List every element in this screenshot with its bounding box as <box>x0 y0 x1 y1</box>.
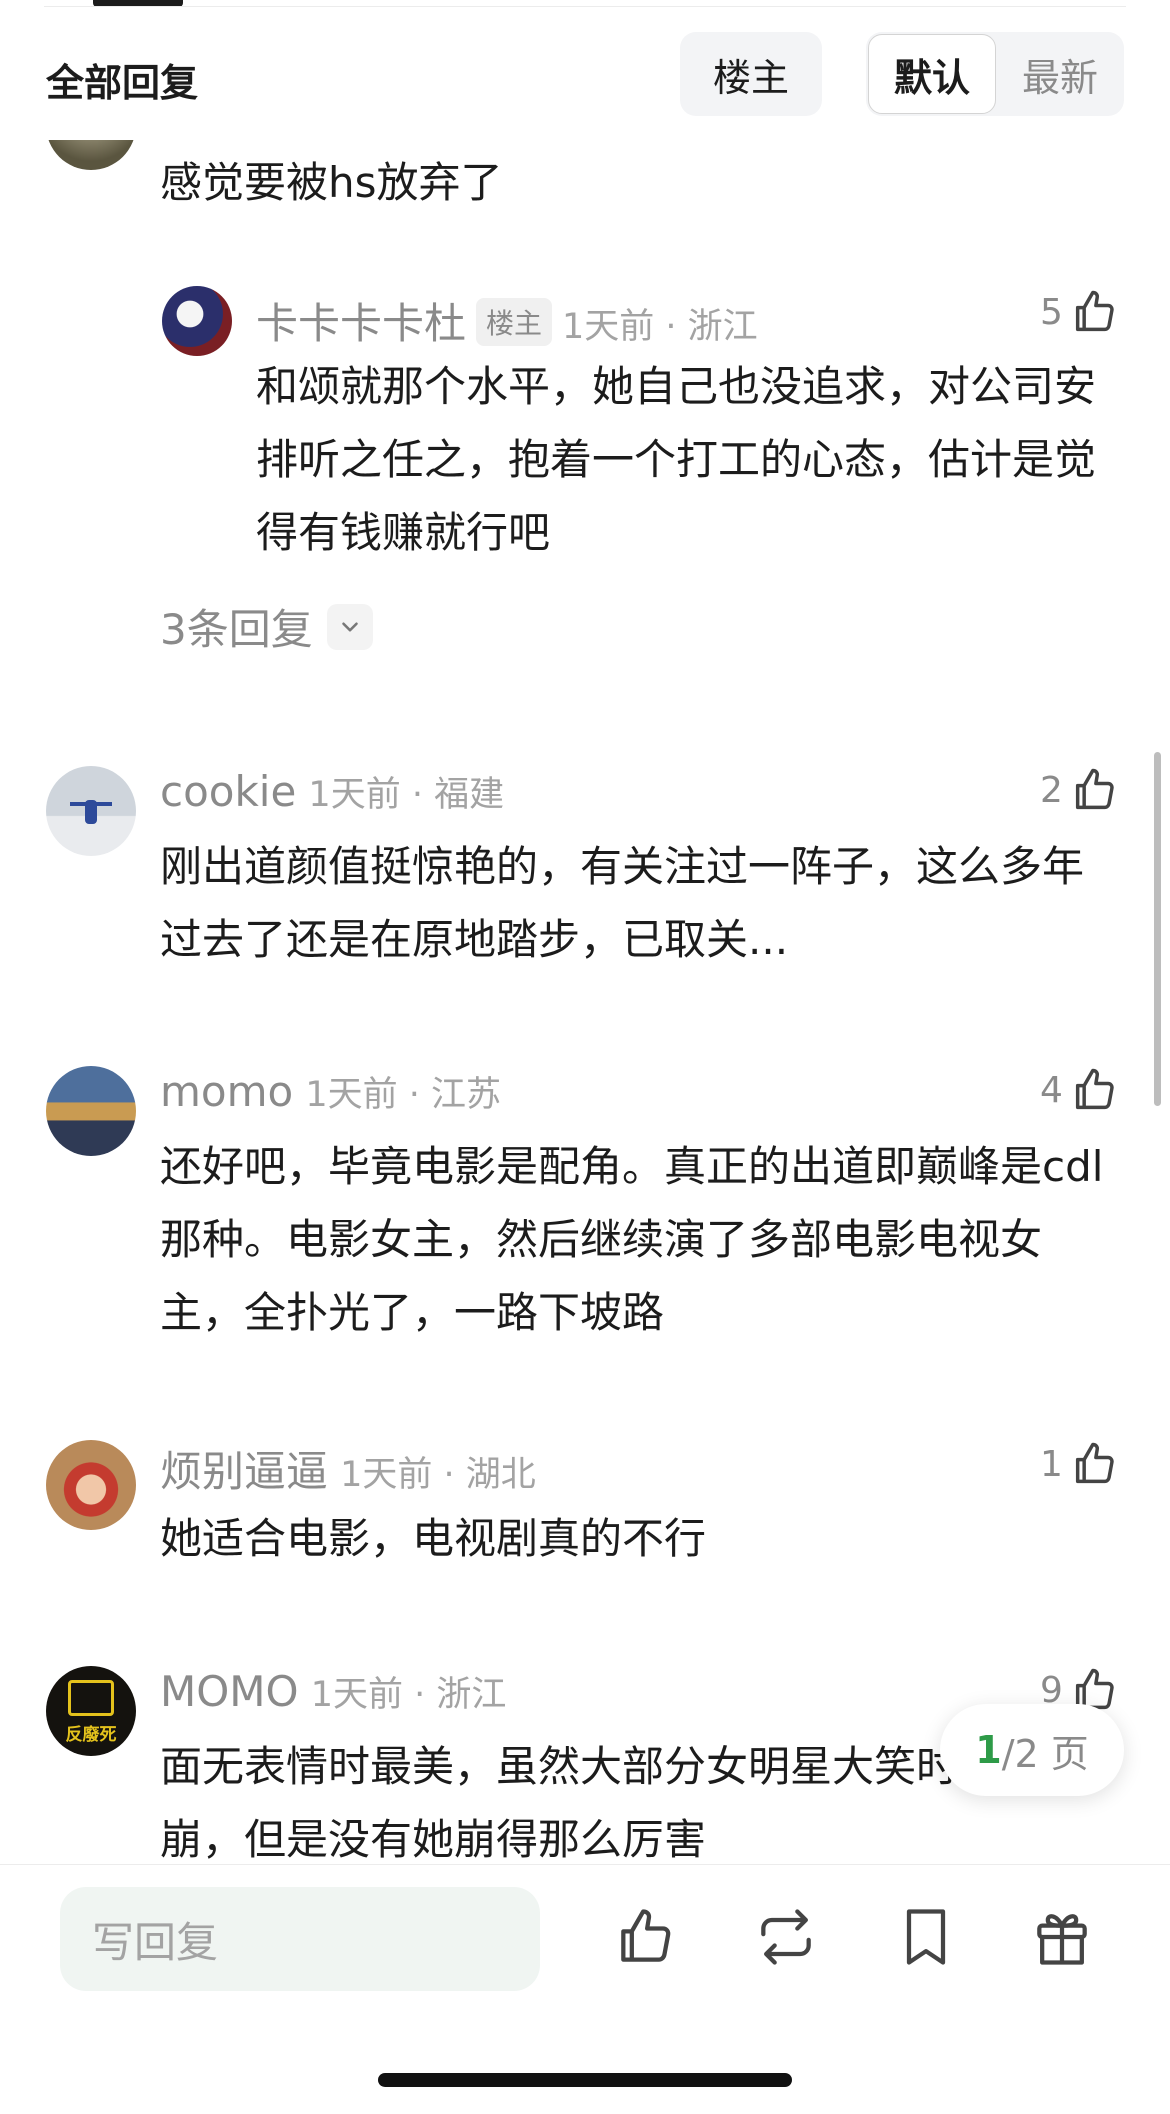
thumb-up-icon <box>1075 1068 1114 1110</box>
filter-op-button[interactable]: 楼主 <box>680 32 822 116</box>
comment-text: 感觉要被hs放弃了 <box>160 158 503 207</box>
scrollbar[interactable] <box>1154 752 1161 1106</box>
total-pages: /2 页 <box>1001 1731 1089 1776</box>
like-count: 4 <box>1040 1069 1063 1111</box>
comment-text: 还好吧，毕竟电影是配角。真正的出道即巅峰是cdl那种。电影女主，然后继续演了多部… <box>160 1142 1104 1337</box>
comment-text: 刚出道颜值挺惊艳的，有关注过一阵子，这么多年过去了还是在原地踏步，已取关... <box>160 842 1085 964</box>
sort-segmented-control: 默认 最新 <box>866 32 1124 116</box>
thumb-up-icon <box>1075 768 1114 810</box>
page-indicator[interactable]: 1/2 页 <box>940 1704 1124 1796</box>
reply-text: 和颂就那个水平，她自己也没追求，对公司安排听之任之，抱着一个打工的心态，估计是觉… <box>256 362 1097 557</box>
reply-header: 卡卡卡卡杜 楼主 1天前 · 浙江 <box>256 290 758 351</box>
like-count: 5 <box>1040 291 1063 333</box>
gift-icon[interactable] <box>1028 1903 1096 1971</box>
avatar-logo-text: 反廢死 <box>65 1725 117 1745</box>
repost-icon[interactable] <box>752 1903 820 1971</box>
comment-header: momo 1天前 · 江苏 <box>160 1066 501 1117</box>
thumb-up-icon <box>1075 290 1114 332</box>
replies-header: 全部回复 楼主 默认 最新 <box>0 30 1170 120</box>
current-page: 1 <box>975 1728 1002 1772</box>
sort-latest-button[interactable]: 最新 <box>998 34 1122 114</box>
comment-meta: 1天前 · 江苏 <box>305 1075 501 1115</box>
avatar[interactable] <box>46 1066 136 1156</box>
bottom-action-bar: 写回复 <box>0 1864 1170 2114</box>
like-button[interactable]: 5 <box>1040 286 1121 338</box>
like-count: 1 <box>1040 1443 1063 1485</box>
chevron-down-icon <box>326 603 373 650</box>
avatar[interactable] <box>46 766 136 856</box>
like-count: 2 <box>1040 769 1063 811</box>
home-indicator <box>378 2073 792 2087</box>
thumb-up-icon <box>1075 1442 1114 1484</box>
user-name[interactable]: 卡卡卡卡杜 <box>256 299 466 348</box>
avatar[interactable] <box>162 286 232 356</box>
comment-header: MOMO 1天前 · 浙江 <box>160 1666 506 1717</box>
divider <box>44 6 1126 7</box>
user-name[interactable]: cookie <box>160 767 296 816</box>
like-button[interactable]: 2 <box>1040 764 1121 816</box>
reply-meta: 1天前 · 浙江 <box>562 307 758 347</box>
comment-header: 烦别逼逼 1天前 · 湖北 <box>160 1438 536 1499</box>
like-button[interactable]: 4 <box>1040 1064 1121 1116</box>
user-name[interactable]: momo <box>160 1067 293 1116</box>
more-replies-label: 3条回复 <box>160 605 313 654</box>
comment-meta: 1天前 · 浙江 <box>310 1675 507 1715</box>
op-badge: 楼主 <box>476 298 553 346</box>
comment-meta: 1天前 · 福建 <box>308 775 505 815</box>
comment-text: 她适合电影，电视剧真的不行 <box>160 1514 707 1563</box>
expand-replies-button[interactable]: 3条回复 <box>160 596 373 657</box>
avatar[interactable] <box>46 1440 136 1530</box>
user-name[interactable]: MOMO <box>160 1667 299 1716</box>
like-button[interactable]: 1 <box>1040 1438 1121 1490</box>
user-name[interactable]: 烦别逼逼 <box>160 1447 328 1496</box>
comment-header: cookie 1天前 · 福建 <box>160 766 504 817</box>
reply-input[interactable]: 写回复 <box>60 1887 540 1991</box>
avatar[interactable]: 反廢死 <box>46 1666 136 1756</box>
header-title: 全部回复 <box>46 61 199 105</box>
sort-default-button[interactable]: 默认 <box>868 34 996 114</box>
comment-meta: 1天前 · 湖北 <box>340 1455 536 1495</box>
thumb-up-icon[interactable] <box>612 1903 680 1971</box>
bookmark-icon[interactable] <box>892 1903 960 1971</box>
